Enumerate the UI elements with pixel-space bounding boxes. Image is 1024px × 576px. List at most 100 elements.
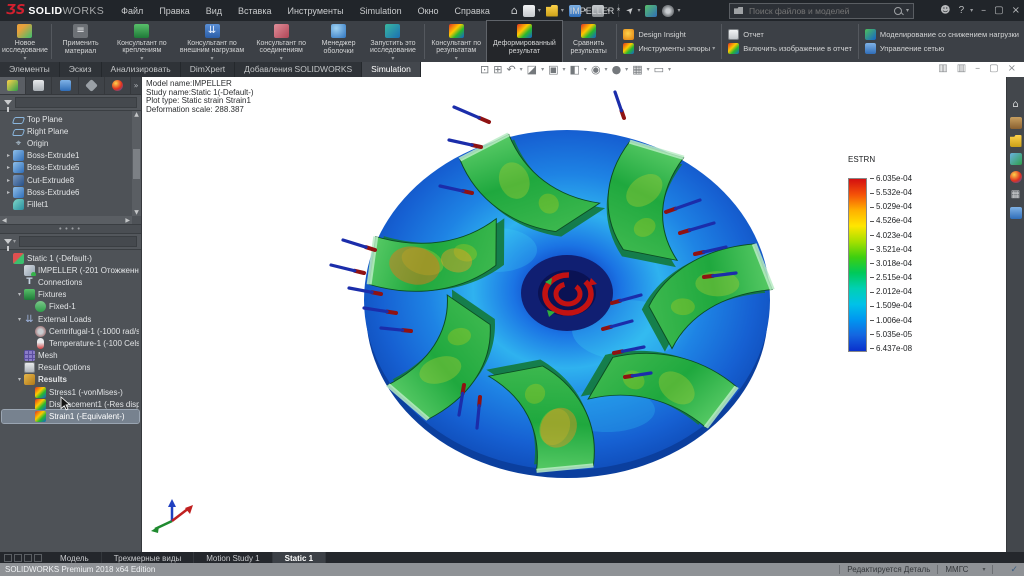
expander-icon[interactable]: ▾ — [15, 316, 24, 323]
fixtures-advisor-button[interactable]: Консультант по креплениям▾ — [108, 21, 175, 62]
menu-item[interactable]: Файл — [114, 3, 150, 19]
include-image-button[interactable]: Включить изображение в отчет — [728, 43, 852, 54]
scroll-left-icon[interactable]: ◀ — [2, 217, 7, 224]
search-input[interactable] — [747, 5, 894, 17]
tree-item[interactable]: ▸Boss-Extrude5 — [2, 162, 131, 174]
run-study-button[interactable]: Запустить это исследование▾ — [363, 21, 422, 62]
dropdown-caret[interactable]: ▾ — [668, 66, 671, 73]
edit-appearance-icon[interactable]: ● — [612, 63, 622, 76]
graphics-viewport[interactable]: Model name:IMPELLER Study name:Static 1(… — [142, 77, 1006, 552]
tree-item[interactable]: Fixed-1 — [2, 301, 139, 313]
section-view-icon[interactable]: ◪ — [527, 63, 537, 76]
view-settings-icon[interactable]: ▭ — [654, 63, 664, 76]
expander-icon[interactable]: ▾ — [15, 376, 24, 383]
hide-show-items-icon[interactable]: ◉ — [591, 63, 601, 76]
tree-item[interactable]: IMPELLER (-201 Отожженная нержав — [2, 264, 139, 276]
window-minimize-icon[interactable]: – — [975, 63, 980, 74]
user-icon[interactable]: ☻ — [940, 5, 950, 16]
dropdown-caret[interactable]: ▾ — [605, 66, 608, 73]
dropdown-caret[interactable]: ▾ — [13, 238, 16, 245]
tree-item[interactable]: Fillet1 — [2, 198, 131, 210]
filter-input[interactable] — [15, 97, 137, 108]
apply-scene-icon[interactable]: ▦ — [632, 63, 642, 76]
command-tab[interactable]: Simulation — [362, 62, 421, 77]
tree-item[interactable]: ⌖Origin — [2, 137, 131, 149]
menu-item[interactable]: Simulation — [353, 3, 409, 19]
view-orientation-icon[interactable]: ▣ — [548, 63, 558, 76]
status-customize-icon[interactable]: ✓ — [1010, 565, 1018, 575]
results-advisor-button[interactable]: Консультант по результатам▾ — [426, 21, 487, 62]
previous-view-icon[interactable]: ↶ — [506, 63, 515, 76]
forum-icon[interactable] — [1010, 207, 1022, 219]
manage-network-button[interactable]: Управление сетью — [865, 43, 1019, 54]
close-icon[interactable]: × — [1012, 5, 1020, 16]
tree-item[interactable]: Strain1 (-Equivalent-) — [2, 410, 139, 422]
shell-manager-button[interactable]: Менеджер оболочки — [314, 21, 363, 62]
units-caret-icon[interactable]: ▾ — [982, 566, 985, 573]
expander-icon[interactable]: ▾ — [15, 291, 24, 298]
tree-item[interactable]: Static 1 (-Default-) — [2, 252, 139, 264]
tree-item[interactable]: TConnections — [2, 276, 139, 288]
manager-tabs-overflow-icon[interactable]: » — [131, 81, 141, 90]
command-tab[interactable]: Анализировать — [102, 62, 181, 77]
tab-property-manager[interactable] — [26, 77, 52, 94]
tab-feature-manager[interactable] — [0, 77, 26, 94]
dropdown-caret[interactable]: ▾ — [563, 66, 566, 73]
tree-item[interactable]: Mesh — [2, 350, 139, 362]
search-icon[interactable] — [894, 7, 902, 15]
tree-item[interactable]: Temperature-1 (-100 Celsius:) — [2, 337, 139, 349]
custom-properties-icon[interactable]: ▦ — [1010, 189, 1022, 201]
minimize-icon[interactable]: – — [981, 5, 986, 16]
appearances-icon[interactable] — [1010, 171, 1022, 183]
tree-item[interactable]: Centrifugal-1 (-1000 rad/s:) — [2, 325, 139, 337]
command-tab[interactable]: Добавления SOLIDWORKS — [235, 62, 362, 77]
command-tab[interactable]: DimXpert — [181, 62, 235, 77]
new-study-button[interactable]: Новое исследование▾ — [0, 21, 50, 62]
expander-icon[interactable]: ▸ — [4, 189, 13, 196]
menu-item[interactable]: Инструменты — [280, 3, 350, 19]
apply-material-button[interactable]: ≡ Применить материал — [53, 21, 108, 62]
tree-item[interactable]: ▾Fixtures — [2, 289, 139, 301]
tree-item[interactable]: Result Options — [2, 362, 139, 374]
deformed-result-button[interactable]: Деформированный результат — [487, 21, 562, 62]
plot-tools-button[interactable]: Инструменты эпюры ▾ — [623, 43, 715, 54]
scrollbar-thumb[interactable] — [133, 149, 140, 179]
menu-item[interactable]: Справка — [448, 3, 497, 19]
scroll-right-icon[interactable]: ▶ — [125, 217, 130, 224]
expander-icon[interactable]: ▸ — [4, 164, 13, 171]
dropdown-caret[interactable]: ▾ — [520, 66, 523, 73]
tree-item[interactable]: ▸Cut-Extrude8 — [2, 174, 131, 186]
menu-item[interactable]: Вид — [199, 3, 229, 19]
split-handles[interactable] — [0, 552, 48, 563]
zoom-area-icon[interactable]: ⊞ — [493, 63, 502, 76]
dropdown-caret[interactable]: ▾ — [970, 7, 973, 14]
scroll-up-icon[interactable]: ▲ — [134, 111, 139, 118]
filter-input[interactable] — [19, 236, 137, 247]
study-tab[interactable]: Motion Study 1 — [194, 552, 272, 563]
pane-icon[interactable]: ▥ — [938, 63, 947, 74]
study-tab[interactable]: Static 1 — [273, 552, 326, 563]
help-icon[interactable]: ? — [959, 5, 965, 16]
menu-item[interactable]: Правка — [152, 3, 196, 19]
tree-item[interactable]: ▸Boss-Extrude6 — [2, 186, 131, 198]
dropdown-caret[interactable]: ▾ — [906, 7, 909, 14]
study-tab[interactable]: Трехмерные виды — [102, 552, 195, 563]
expander-icon[interactable]: ▸ — [4, 177, 13, 184]
command-tab[interactable]: Элементы — [0, 62, 60, 77]
dropdown-caret[interactable]: ▾ — [584, 66, 587, 73]
file-explorer-icon[interactable] — [1010, 135, 1022, 147]
compare-results-button[interactable]: Сравнить результаты — [562, 21, 615, 62]
dropdown-caret[interactable]: ▾ — [625, 66, 628, 73]
tree-item[interactable]: Right Plane — [2, 125, 131, 137]
scroll-down-icon[interactable]: ▼ — [134, 209, 139, 216]
feature-tree-filter[interactable] — [0, 95, 141, 111]
connections-advisor-button[interactable]: Консультант по соединениям▾ — [249, 21, 314, 62]
command-tab[interactable]: Эскиз — [60, 62, 102, 77]
dropdown-caret[interactable]: ▾ — [647, 66, 650, 73]
menu-item[interactable]: Окно — [411, 3, 446, 19]
pane-icon[interactable]: ▥ — [957, 63, 966, 74]
expander-icon[interactable]: ▸ — [4, 152, 13, 159]
study-tab[interactable]: Модель — [48, 552, 102, 563]
panel-splitter[interactable]: •••• — [0, 225, 141, 234]
view-palette-icon[interactable] — [1010, 153, 1022, 165]
